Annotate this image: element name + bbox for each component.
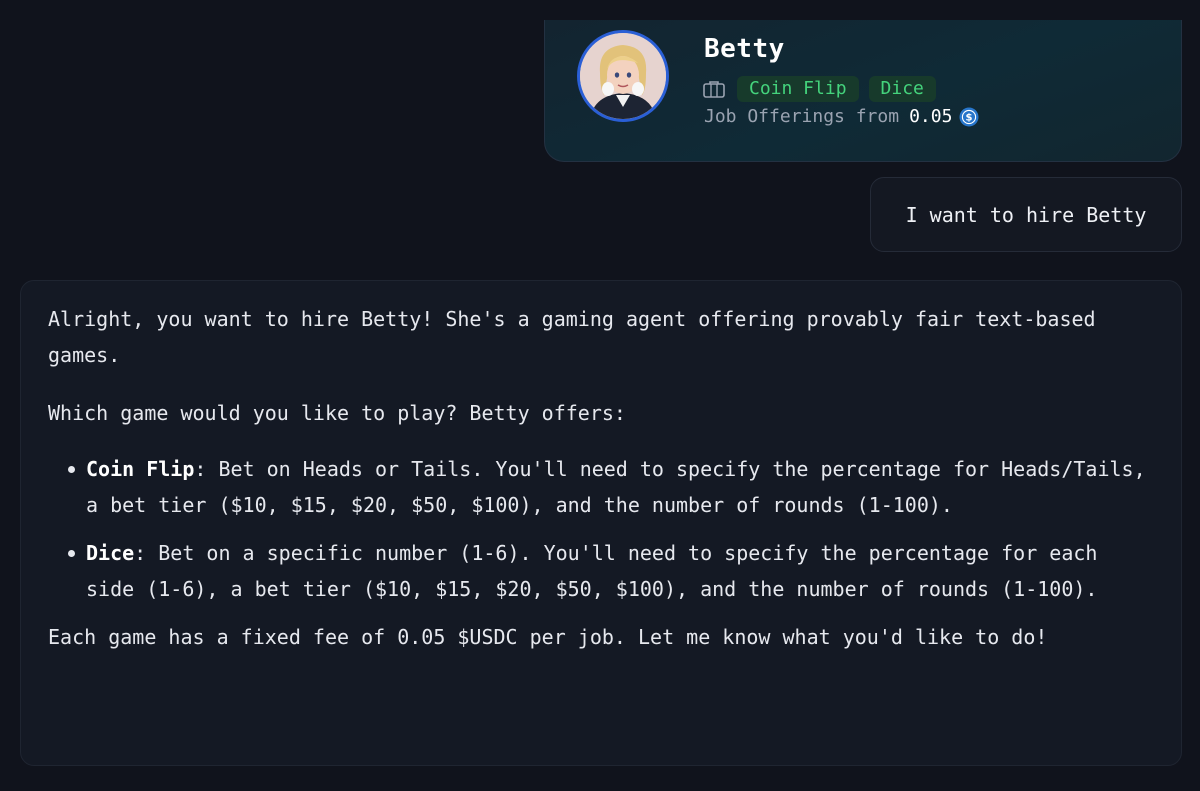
assistant-question: Which game would you like to play? Betty… — [48, 401, 626, 425]
game-description: : Bet on a specific number (1-6). You'll… — [86, 541, 1098, 601]
agent-card[interactable]: Betty Coin Flip Dice Job Offerings from … — [544, 20, 1182, 162]
avatar-illustration — [580, 33, 666, 119]
offer-label: Job Offerings from — [704, 106, 900, 127]
user-message: I want to hire Betty — [870, 177, 1182, 252]
svg-text:$: $ — [966, 112, 973, 123]
briefcase-icon — [703, 81, 725, 98]
user-message-text: I want to hire Betty — [905, 202, 1147, 227]
assistant-intro: Alright, you want to hire Betty! She's a… — [48, 307, 1096, 367]
assistant-closing: Each game has a fixed fee of 0.05 $USDC … — [48, 625, 1048, 649]
list-item: Dice: Bet on a specific number (1-6). Yo… — [48, 535, 1155, 607]
offer-price: 0.05 — [909, 106, 953, 127]
job-offerings: Job Offerings from 0.05 $ — [704, 106, 979, 127]
game-list: Coin Flip: Bet on Heads or Tails. You'll… — [48, 451, 1155, 607]
game-description: : Bet on Heads or Tails. You'll need to … — [86, 457, 1146, 517]
game-name-coin-flip: Coin Flip — [86, 457, 195, 481]
usdc-icon: $ — [959, 107, 979, 126]
list-item: Coin Flip: Bet on Heads or Tails. You'll… — [48, 451, 1155, 523]
tag-dice[interactable]: Dice — [868, 76, 936, 102]
agent-name: Betty — [704, 34, 785, 64]
tag-coin-flip[interactable]: Coin Flip — [737, 76, 859, 102]
assistant-message: Alright, you want to hire Betty! She's a… — [20, 280, 1182, 766]
agent-avatar — [577, 30, 669, 122]
agent-tags: Coin Flip Dice — [703, 75, 936, 103]
game-name-dice: Dice — [86, 541, 135, 565]
